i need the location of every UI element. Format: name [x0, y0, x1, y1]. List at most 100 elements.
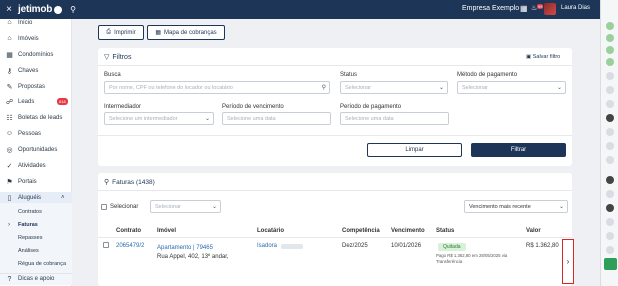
property-link[interactable]: Apartamento | 79465 — [157, 245, 213, 251]
sidebar-item-pessoas[interactable]: ☺ Pessoas — [0, 128, 72, 139]
payment-note: Pago R$ 1.362,80 em 28/05/2025 via Trans… — [436, 253, 508, 264]
company-name[interactable]: Empresa Exemplo — [462, 5, 519, 12]
clear-button[interactable]: Limpar — [367, 143, 462, 157]
select-all-checkbox[interactable] — [101, 204, 107, 210]
sidebar-item-leads[interactable]: ☍ Leads 818 — [0, 96, 72, 107]
contact-avatar[interactable] — [606, 128, 614, 136]
home-icon: ⌂ — [7, 19, 12, 26]
invoices-title-text: Faturas (1438) — [112, 178, 155, 186]
right-contacts-strip — [600, 0, 618, 286]
sidebar-subitem-contratos[interactable]: Contratos — [18, 209, 42, 215]
column-header: Imóvel — [157, 228, 177, 234]
search-icon[interactable]: ⚲ — [70, 5, 76, 14]
intermediador-value: Selecione um intermediador — [109, 115, 178, 122]
contact-avatar[interactable] — [606, 46, 614, 54]
sidebar-item-label: Imóveis — [18, 35, 39, 42]
contact-avatar[interactable] — [606, 218, 614, 226]
sidebar-item-condominios[interactable]: ▦ Condomínios — [0, 49, 72, 60]
close-icon[interactable]: × — [0, 4, 18, 15]
sidebar-subitem-repasses[interactable]: Repasses — [18, 235, 42, 241]
contact-avatar[interactable] — [606, 246, 614, 254]
avatar[interactable] — [544, 3, 556, 15]
sidebar-item-boletas[interactable]: ☷ Boletas de leads — [0, 112, 72, 123]
chat-button[interactable] — [604, 258, 617, 270]
column-header: Locatário — [257, 228, 285, 234]
sidebar-subitem-analises[interactable]: Análises — [18, 248, 39, 254]
contact-avatar[interactable] — [606, 22, 614, 30]
apps-grid-icon[interactable]: ▦ — [520, 4, 528, 13]
billing-map-button[interactable]: ▦ Mapa de cobranças — [147, 25, 225, 40]
sidebar-item-label: Propostas — [18, 83, 46, 90]
due-period-input[interactable]: Selecione uma data — [222, 112, 331, 125]
due-date-value: 10/01/2026 — [391, 243, 422, 249]
status-select-value: Selecionar — [345, 84, 371, 91]
sidebar-item-label: Aluguéis — [18, 194, 42, 201]
tenant-link[interactable]: Isadora — [257, 243, 277, 249]
logo[interactable]: jetimob — [18, 4, 52, 15]
sidebar-subitem-regua[interactable]: Régua de cobrança — [18, 261, 66, 267]
payment-period-placeholder: Selecione uma data — [345, 115, 394, 122]
logo-mark-icon — [54, 5, 63, 14]
column-header: Status — [436, 228, 455, 234]
chevron-down-icon: ⌄ — [211, 204, 217, 210]
row-expand-button[interactable]: › — [562, 239, 574, 284]
contact-avatar[interactable] — [606, 100, 614, 108]
sidebar-item-help[interactable]: ? Dicas e apoio — [0, 273, 72, 284]
sidebar-item-label: Boletas de leads — [18, 114, 63, 121]
contact-avatar[interactable] — [606, 176, 614, 184]
search-input[interactable]: Por nome, CPF ou telefone do locador ou … — [104, 81, 330, 94]
save-filter-label: Salvar filtro — [532, 54, 561, 60]
contact-avatar[interactable] — [606, 190, 614, 198]
amount-value: R$ 1.362,80 — [526, 243, 559, 249]
contact-avatar[interactable] — [606, 114, 614, 122]
due-period-placeholder: Selecione uma data — [227, 115, 276, 122]
contact-avatar[interactable] — [606, 72, 614, 80]
sort-value: Vencimento mais recente — [469, 203, 531, 210]
filter-icon: ▽ — [104, 54, 110, 61]
sidebar-item-label: Pessoas — [18, 130, 42, 137]
save-filter-button[interactable]: ▣ Salvar filtro — [526, 54, 560, 60]
contact-avatar[interactable] — [606, 86, 614, 94]
filters-title: ▽ Filtros — [104, 53, 131, 62]
sidebar-item-inicio[interactable]: ⌂ Início — [0, 17, 72, 28]
filter-button[interactable]: Filtrar — [471, 143, 566, 157]
contact-avatar[interactable] — [606, 142, 614, 150]
print-button[interactable]: ⎙ Imprimir — [98, 25, 144, 40]
contact-avatar[interactable] — [606, 232, 614, 240]
payment-method-select[interactable]: Selecionar ⌄ — [457, 81, 566, 94]
payment-period-label: Período de pagamento — [340, 104, 402, 110]
invoices-title: ⚲ Faturas (1438) — [104, 178, 155, 187]
contact-avatar[interactable] — [606, 58, 614, 66]
row-checkbox[interactable] — [103, 242, 109, 248]
sort-select[interactable]: Vencimento mais recente ⌄ — [464, 200, 568, 213]
sidebar-item-atividades[interactable]: ✓ Atividades — [0, 160, 72, 171]
sidebar-item-label: Atividades — [18, 162, 46, 169]
column-header: Competência — [342, 228, 380, 234]
status-select[interactable]: Selecionar ⌄ — [340, 81, 448, 94]
user-name[interactable]: Laura Dias — [561, 5, 590, 11]
tenant-redacted — [281, 244, 303, 249]
people-icon: ☺ — [5, 130, 14, 137]
sidebar-item-propostas[interactable]: ✎ Propostas — [0, 81, 72, 92]
sidebar-item-oportunidades[interactable]: ◎ Oportunidades — [0, 144, 72, 155]
intermediador-select[interactable]: Selecione um intermediador ⌄ — [104, 112, 214, 125]
contract-link[interactable]: 2065479/2 — [116, 243, 144, 249]
contact-avatar[interactable] — [606, 34, 614, 42]
sidebar-item-label: Oportunidades — [18, 146, 58, 153]
bulk-action-select[interactable]: Selecionar ⌄ — [150, 200, 221, 213]
sidebar-item-portais[interactable]: ⚑ Portais — [0, 176, 72, 187]
sidebar-item-imoveis[interactable]: ⌂ Imóveis — [0, 33, 72, 44]
sidebar-item-label: Chaves — [18, 67, 39, 74]
payment-method-value: Selecionar — [462, 84, 488, 91]
sidebar-item-chaves[interactable]: ⚷ Chaves — [0, 65, 72, 76]
sidebar-item-alugueis[interactable]: ▯ Aluguéis ˄ — [0, 192, 72, 203]
payment-period-input[interactable]: Selecione uma data — [340, 112, 449, 125]
sidebar-subitem-faturas[interactable]: Faturas — [18, 222, 38, 228]
print-label: Imprimir — [114, 29, 136, 36]
chevron-right-icon: › — [566, 257, 570, 266]
key-icon: ⚷ — [6, 67, 13, 75]
bulk-action-value: Selecionar — [155, 203, 181, 210]
select-label: Selecionar — [110, 204, 139, 210]
contact-avatar[interactable] — [606, 204, 614, 212]
contact-avatar[interactable] — [606, 156, 614, 164]
